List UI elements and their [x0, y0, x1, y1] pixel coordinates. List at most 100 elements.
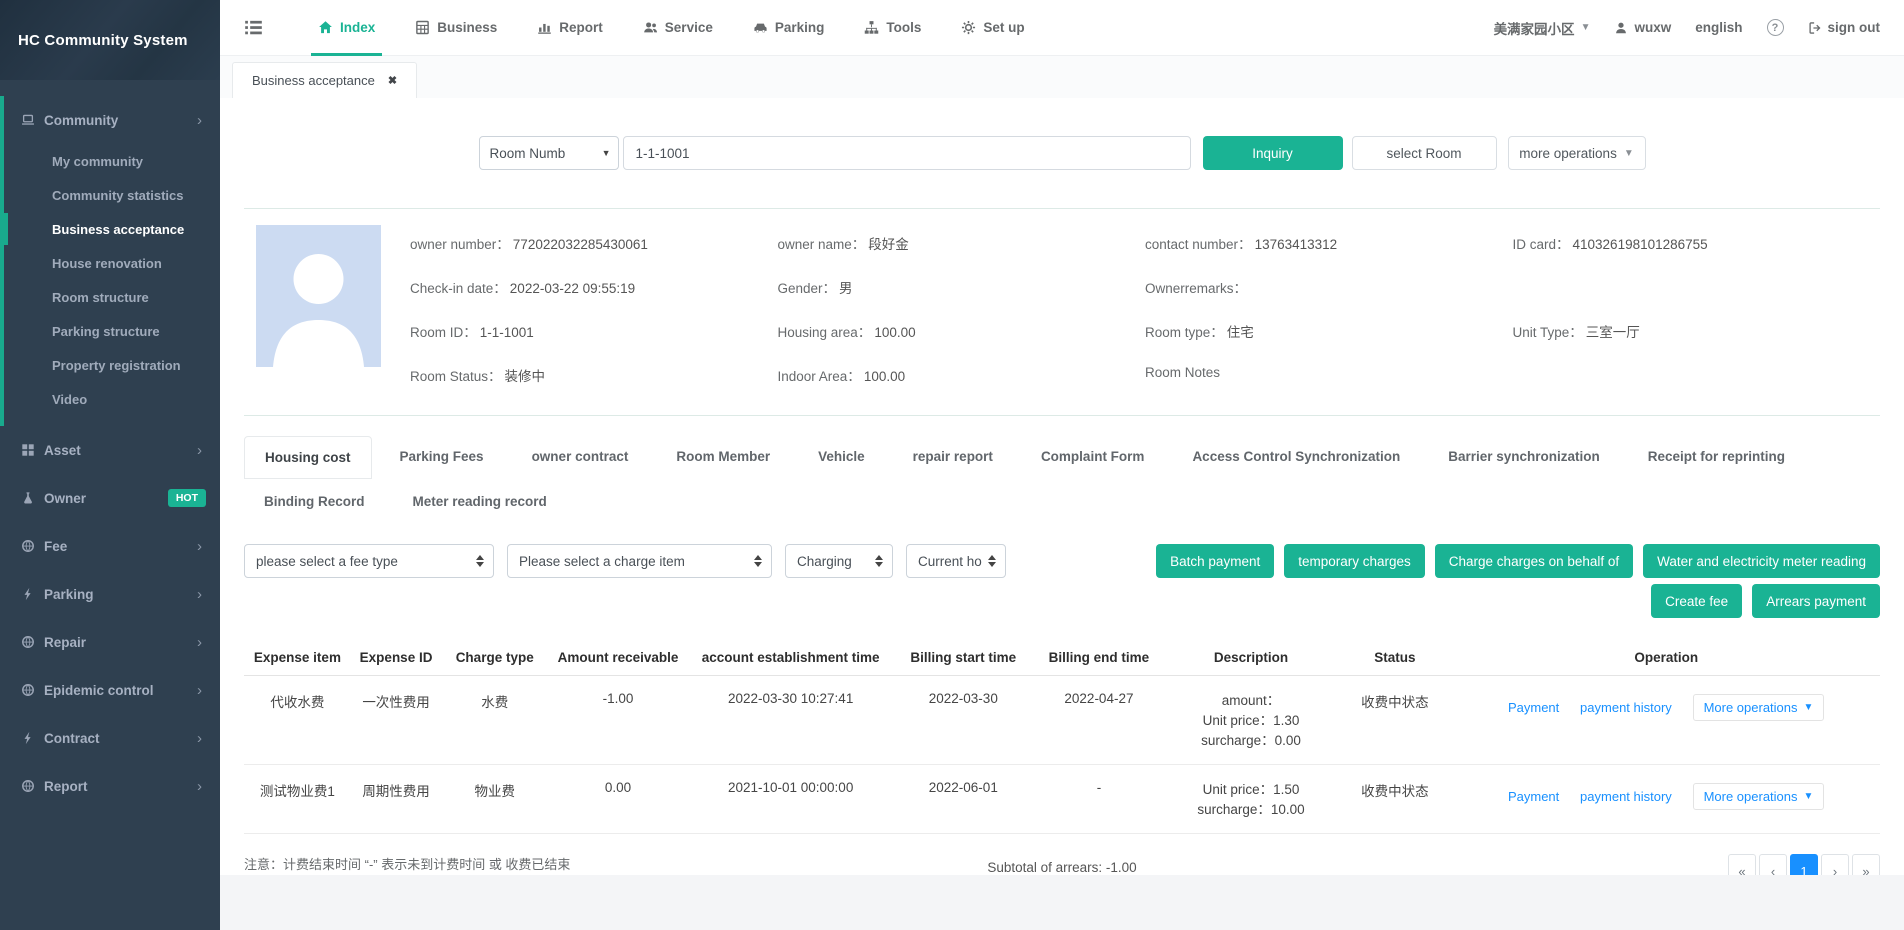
- tab-parking-fees[interactable]: Parking Fees: [380, 436, 504, 479]
- pagination-last[interactable]: »: [1852, 854, 1880, 875]
- sidebar-item-my-community[interactable]: My community: [0, 144, 220, 178]
- meter-reading-button[interactable]: Water and electricity meter reading: [1643, 544, 1880, 578]
- chevron-right-icon: ›: [197, 112, 202, 129]
- field-label: Room type：: [1145, 325, 1224, 340]
- batch-payment-button[interactable]: Batch payment: [1156, 544, 1274, 578]
- top-menu-business[interactable]: Business: [408, 0, 504, 56]
- charging-select[interactable]: Charging: [785, 544, 893, 578]
- field-empty: [1513, 365, 1881, 385]
- top-menu-parking[interactable]: Parking: [746, 0, 832, 56]
- pagination-page-1[interactable]: 1: [1790, 854, 1818, 875]
- col-billing-start: Billing start time: [893, 642, 1033, 676]
- desc-line: Unit price：1.50: [1169, 780, 1334, 800]
- tab-access-control-sync[interactable]: Access Control Synchronization: [1172, 436, 1420, 479]
- field-value: 410326198101286755: [1573, 237, 1708, 252]
- sidebar-item-contract[interactable]: Contract ›: [0, 714, 220, 762]
- sidebar: HC Community System Community › My commu…: [0, 0, 220, 930]
- sidebar-item-label: Fee: [44, 539, 67, 554]
- tab-binding-record[interactable]: Binding Record: [244, 481, 385, 522]
- sidebar-item-label: Parking: [44, 587, 94, 602]
- signout-button[interactable]: sign out: [1808, 20, 1881, 35]
- user-menu[interactable]: wuxw: [1614, 20, 1671, 35]
- payment-link[interactable]: Payment: [1508, 700, 1559, 715]
- tab-barrier-sync[interactable]: Barrier synchronization: [1428, 436, 1620, 479]
- sidebar-item-room-structure[interactable]: Room structure: [0, 280, 220, 314]
- fee-table: Expense item Expense ID Charge type Amou…: [244, 642, 1880, 834]
- more-operations-button[interactable]: more operations ▼: [1508, 136, 1646, 170]
- sidebar-item-owner[interactable]: Owner HOT: [0, 474, 220, 522]
- language-switch[interactable]: english: [1695, 20, 1742, 35]
- sidebar-item-community[interactable]: Community ›: [0, 96, 220, 144]
- col-status: Status: [1337, 642, 1452, 676]
- pagination-first[interactable]: «: [1728, 854, 1756, 875]
- sidebar-item-parking[interactable]: Parking ›: [0, 570, 220, 618]
- payment-history-link[interactable]: payment history: [1580, 700, 1672, 715]
- sidebar-item-fee[interactable]: Fee ›: [0, 522, 220, 570]
- search-type-select[interactable]: Room Numb ▼: [479, 136, 619, 170]
- payment-link[interactable]: Payment: [1508, 789, 1559, 804]
- charge-on-behalf-button[interactable]: Charge charges on behalf of: [1435, 544, 1633, 578]
- house-select[interactable]: Current house: [906, 544, 1006, 578]
- bolt-icon: [21, 731, 35, 745]
- sidebar-item-property-registration[interactable]: Property registration: [0, 348, 220, 382]
- search-input[interactable]: [623, 136, 1191, 170]
- top-menu-set-up[interactable]: Set up: [954, 0, 1031, 56]
- fee-type-select[interactable]: please select a fee type: [244, 544, 494, 578]
- desc-line: surcharge：10.00: [1169, 800, 1334, 820]
- top-menu-tools[interactable]: Tools: [857, 0, 928, 56]
- tab-meter-reading-record[interactable]: Meter reading record: [393, 481, 567, 522]
- charge-item-select[interactable]: Please select a charge item: [507, 544, 772, 578]
- select-arrows-icon: [988, 555, 996, 567]
- sidebar-section-community: Community › My community Community stati…: [0, 96, 220, 426]
- close-icon[interactable]: ✖: [388, 74, 397, 87]
- top-menu-label: Report: [559, 20, 603, 35]
- row-more-operations-button[interactable]: More operations ▼: [1693, 694, 1825, 721]
- tab-owner-contract[interactable]: owner contract: [512, 436, 649, 479]
- pagination-next[interactable]: ›: [1821, 854, 1849, 875]
- help-icon[interactable]: ?: [1767, 19, 1784, 36]
- desc-line: surcharge：0.00: [1169, 731, 1334, 751]
- sidebar-item-repair[interactable]: Repair ›: [0, 618, 220, 666]
- fee-tabs: Housing cost Parking Fees owner contract…: [244, 436, 1880, 522]
- field-label: owner name：: [778, 237, 866, 252]
- pagination-prev[interactable]: ‹: [1759, 854, 1787, 875]
- cell-bill-start: 2022-03-30: [893, 676, 1033, 765]
- search-type-value: Room Numb: [490, 146, 598, 161]
- menu-toggle-button[interactable]: [244, 18, 263, 37]
- field-owner-name: owner name：段好金: [778, 233, 1146, 253]
- community-switcher[interactable]: 美满家园小区 ▼: [1494, 18, 1591, 38]
- field-unit-type: Unit Type：三室一厅: [1513, 321, 1881, 341]
- create-fee-button[interactable]: Create fee: [1651, 584, 1742, 618]
- tab-housing-cost[interactable]: Housing cost: [244, 436, 372, 479]
- top-menu-service[interactable]: Service: [636, 0, 720, 56]
- content-panel: Room Numb ▼ Inquiry select Room more ope…: [220, 98, 1904, 875]
- inquiry-button[interactable]: Inquiry: [1203, 136, 1343, 170]
- sidebar-item-report[interactable]: Report ›: [0, 762, 220, 810]
- pagination: « ‹ 1 › »: [1728, 854, 1880, 875]
- tab-receipt-reprinting[interactable]: Receipt for reprinting: [1628, 436, 1805, 479]
- payment-history-link[interactable]: payment history: [1580, 789, 1672, 804]
- page-tab-business-acceptance[interactable]: Business acceptance ✖: [232, 62, 417, 98]
- field-contact-number: contact number：13763413312: [1145, 233, 1513, 253]
- sidebar-item-epidemic-control[interactable]: Epidemic control ›: [0, 666, 220, 714]
- tab-repair-report[interactable]: repair report: [893, 436, 1013, 479]
- sidebar-item-parking-structure[interactable]: Parking structure: [0, 314, 220, 348]
- tab-room-member[interactable]: Room Member: [656, 436, 790, 479]
- tab-vehicle[interactable]: Vehicle: [798, 436, 885, 479]
- tab-complaint-form[interactable]: Complaint Form: [1021, 436, 1165, 479]
- row-more-operations-button[interactable]: More operations ▼: [1693, 783, 1825, 810]
- temporary-charges-button[interactable]: temporary charges: [1284, 544, 1425, 578]
- field-label: Gender：: [778, 281, 837, 296]
- sidebar-item-house-renovation[interactable]: House renovation: [0, 246, 220, 280]
- sidebar-item-community-statistics[interactable]: Community statistics: [0, 178, 220, 212]
- sidebar-item-business-acceptance[interactable]: Business acceptance: [0, 212, 220, 246]
- col-expense-item: Expense item: [244, 642, 351, 676]
- top-menu-report[interactable]: Report: [530, 0, 610, 56]
- sidebar-item-video[interactable]: Video: [0, 382, 220, 416]
- caret-down-icon: ▼: [1624, 148, 1634, 159]
- sidebar-item-asset[interactable]: Asset ›: [0, 426, 220, 474]
- top-menu-index[interactable]: Index: [311, 0, 382, 56]
- user-icon: [1614, 21, 1628, 35]
- arrears-payment-button[interactable]: Arrears payment: [1752, 584, 1880, 618]
- select-room-button[interactable]: select Room: [1352, 136, 1497, 170]
